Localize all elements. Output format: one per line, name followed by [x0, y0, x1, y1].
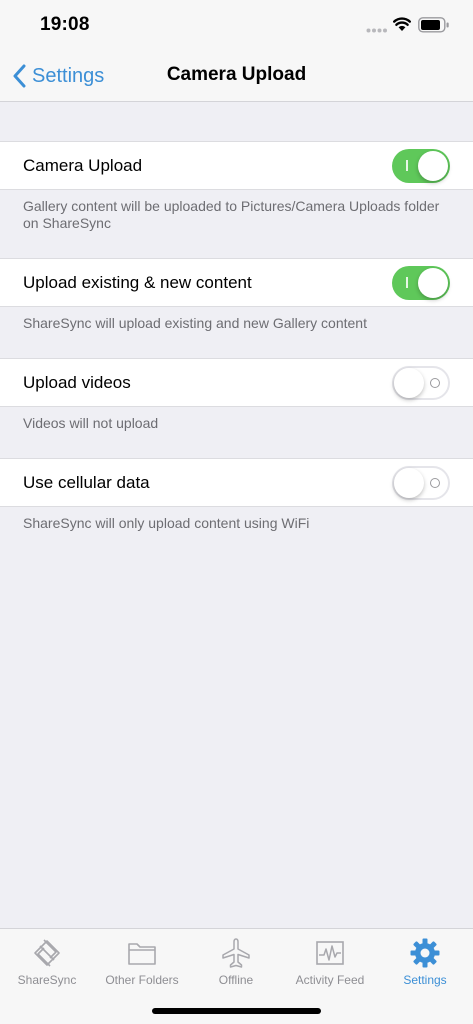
battery-icon [418, 17, 449, 33]
status-bar: 19:08 [0, 0, 473, 52]
folder-icon [128, 943, 156, 965]
setting-label: Upload videos [23, 373, 131, 392]
tab-other-folders[interactable]: Other Folders [95, 935, 189, 995]
toggle-off-mark [430, 378, 440, 388]
toggle-on-mark [406, 277, 408, 288]
gear-icon [410, 938, 440, 968]
setting-label: Use cellular data [23, 473, 150, 492]
home-indicator [152, 1008, 321, 1014]
upload-existing-toggle[interactable] [392, 266, 450, 300]
tab-activity-feed[interactable]: Activity Feed [283, 935, 377, 995]
sharesync-icon [34, 939, 60, 967]
navigation-bar: Settings Camera Upload [0, 52, 473, 102]
upload-videos-toggle[interactable] [392, 366, 450, 400]
setting-row-upload-videos: Upload videos [0, 358, 473, 407]
airplane-icon [222, 938, 250, 968]
setting-footnote: Videos will not upload [23, 415, 159, 431]
status-time: 19:08 [40, 14, 90, 35]
tab-sharesync[interactable]: ShareSync [0, 935, 94, 995]
setting-row-cellular-data: Use cellular data [0, 458, 473, 507]
tab-label: Settings [403, 973, 447, 987]
page-title: Camera Upload [166, 64, 307, 85]
signal-icon [366, 28, 387, 33]
tab-label: Offline [218, 973, 254, 987]
setting-label: Upload existing & new content [23, 273, 252, 292]
setting-row-upload-existing: Upload existing & new content [0, 258, 473, 307]
tab-label: ShareSync [17, 973, 77, 987]
toggle-knob [394, 368, 424, 398]
toggle-on-mark [406, 160, 408, 171]
tab-settings[interactable]: Settings [378, 935, 472, 995]
tab-offline[interactable]: Offline [189, 935, 283, 995]
toggle-off-mark [430, 478, 440, 488]
wifi-icon [393, 17, 411, 31]
toggle-knob [418, 151, 448, 181]
setting-footnote: ShareSync will only upload content using… [23, 515, 310, 531]
setting-footnote: Gallery content will be uploaded to Pict… [23, 198, 440, 231]
cellular-data-toggle[interactable] [392, 466, 450, 500]
activity-icon [316, 941, 344, 965]
setting-row-camera-upload: Camera Upload [0, 141, 473, 190]
toggle-knob [394, 468, 424, 498]
setting-label: Camera Upload [23, 156, 143, 175]
camera-upload-toggle[interactable] [392, 149, 450, 183]
setting-footnote: ShareSync will upload existing and new G… [23, 315, 367, 331]
toggle-knob [418, 268, 448, 298]
tab-label: Activity Feed [295, 973, 365, 987]
tab-label: Other Folders [105, 973, 179, 987]
